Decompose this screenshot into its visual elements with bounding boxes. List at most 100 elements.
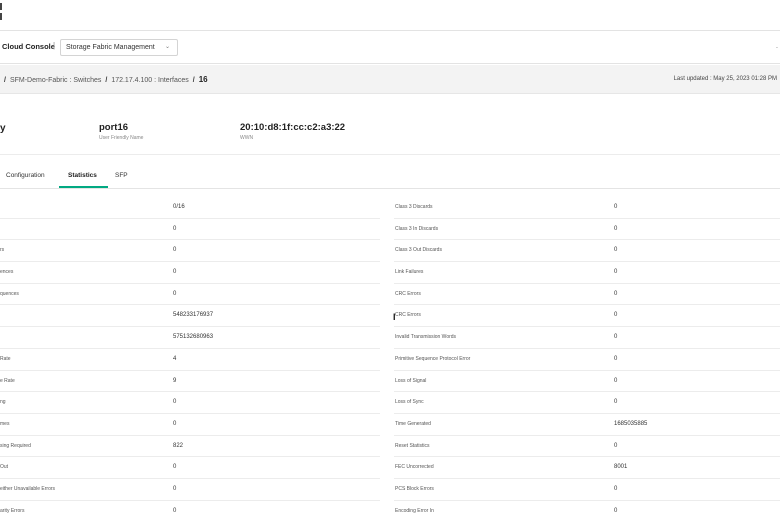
stats-row: Out 0 FEC Uncorrected 8001 (0, 457, 780, 479)
stat-right-value: 0 (614, 269, 618, 276)
stat-right-value: 0 (614, 399, 618, 406)
app-selector[interactable]: Storage Fabric Management ⌄ (60, 39, 178, 56)
stat-right-label: Class 3 In Discards (395, 225, 439, 232)
stat-right-value: 0 (614, 312, 618, 319)
stat-left-label: either Unavailable Errors (0, 485, 56, 492)
brand-title[interactable]: Cloud Console (2, 42, 55, 51)
text-cursor-icon: I (393, 312, 396, 322)
stat-right-value: 1685035885 (614, 420, 648, 427)
breadcrumb-separator: / (192, 77, 195, 84)
stats-row: e Rate 9 Loss of Signal 0 (0, 371, 780, 393)
app-header: Cloud Console | Storage Fabric Managemen… (0, 30, 780, 64)
tab-configuration[interactable]: Configuration (6, 172, 45, 189)
wwn-value: 20:10:d8:1f:cc:c2:a3:22 (240, 122, 346, 133)
stat-left-label: ng (0, 399, 6, 406)
stat-left-value: 0 (173, 269, 177, 276)
chevron-down-icon: ⌄ (164, 44, 170, 50)
stat-right-label: Class 3 Discards (395, 204, 433, 210)
stat-right-label: FEC Uncorrected (395, 464, 434, 471)
stat-left-label: sing Required (0, 442, 31, 449)
stat-left-value: 548233176937 (173, 312, 214, 319)
stat-left-label: arity Errors (0, 507, 25, 514)
stat-right-label: Primitive Sequence Protocol Error (395, 355, 471, 362)
stat-left-label: Out (0, 464, 9, 471)
stats-row: 0/16 Class 3 Discards 0 (0, 197, 780, 219)
stat-left-value: 0 (173, 225, 177, 232)
stat-right-label: CRC Errors (395, 290, 421, 297)
tab-bar: Configuration Statistics SFP (0, 166, 780, 189)
stats-row: rs 0 Class 3 Out Discards 0 (0, 240, 780, 263)
menu-icon[interactable] (0, 3, 4, 21)
top-strip (0, 0, 780, 30)
stat-left-value: 0 (173, 420, 177, 427)
stats-row: ences 0 Link Failures 0 (0, 262, 780, 284)
breadcrumb-switch[interactable]: 172.17.4.100 : Interfaces (111, 77, 188, 84)
brand-separator: | (53, 41, 56, 50)
stat-right-label: Invalid Transmission Words (395, 334, 457, 341)
stat-right-label: Time Generated (395, 420, 431, 427)
wwn-label: WWN (240, 135, 254, 141)
stat-left-value: 0 (173, 290, 177, 297)
stat-left-label: quences (0, 290, 19, 297)
stat-right-value: 0 (614, 485, 618, 492)
stat-left-value: 0/16 (173, 204, 185, 210)
stats-row: Rate 4 Primitive Sequence Protocol Error 0 (0, 349, 780, 371)
stats-row: 0 Class 3 In Discards 0 (0, 219, 780, 241)
stat-right-label: Link Failures (395, 269, 424, 276)
stat-left-label: rs (0, 247, 5, 254)
last-updated: Last updated : May 25, 2023 01:28 PM (673, 76, 777, 82)
stat-left-label: mes (0, 420, 10, 427)
stat-right-label: Loss of Sync (395, 399, 424, 406)
stat-right-label: PCS Block Errors (395, 485, 434, 492)
stats-row: either Unavailable Errors 0 PCS Block Erro… (0, 479, 780, 501)
port-summary: y port16 User Friendly Name 20:10:d8:1f:… (0, 95, 780, 155)
stat-right-value: 0 (614, 334, 618, 341)
stat-left-value: 0 (173, 485, 177, 492)
port-name-value: port16 (99, 122, 129, 133)
stat-left-value: 4 (173, 355, 177, 362)
summary-title-fragment: y (0, 123, 6, 134)
statistics-grid: 0/16 Class 3 Discards 0 0 Class 3 In Discard… (0, 197, 780, 516)
stats-row: quences 0 CRC Errors 0 (0, 284, 780, 306)
stat-right-value: 0 (614, 225, 618, 232)
stat-left-value: 0 (173, 464, 177, 471)
stat-right-value: 0 (614, 355, 618, 362)
stat-left-label: e Rate (0, 377, 15, 384)
stat-left-label: Rate (0, 355, 11, 362)
summary-name: port16 User Friendly Name (99, 122, 143, 141)
stat-right-value: 0 (614, 247, 618, 254)
stat-left-value: 575132680963 (173, 334, 214, 341)
stat-left-value: 0 (173, 507, 177, 514)
stat-right-value: 0 (614, 290, 618, 297)
stat-left-value: 822 (173, 442, 184, 449)
breadcrumb-fabric[interactable]: SFM-Demo-Fabric : Switches (10, 77, 101, 84)
breadcrumb-bar: / SFM-Demo-Fabric : Switches/172.17.4.100… (0, 65, 780, 94)
stat-left-value: 9 (173, 377, 177, 384)
header-right-item[interactable]: . (776, 43, 778, 50)
stat-right-value: 0 (614, 507, 618, 514)
stat-right-label: Loss of Signal (395, 377, 427, 384)
port-name-label: User Friendly Name (99, 135, 144, 141)
stat-right-value: 0 (614, 442, 618, 449)
stats-row: 575132680963 Invalid Transmission Words 0 (0, 327, 780, 349)
breadcrumb-separator: / (105, 77, 108, 84)
stat-left-value: 0 (173, 399, 177, 406)
breadcrumb-current: 16 (198, 75, 208, 84)
stat-right-value: 8001 (614, 464, 628, 471)
tab-sfp[interactable]: SFP (115, 172, 128, 189)
stat-left-value: 0 (173, 247, 177, 254)
stats-row: sing Required 822 Reset Statistics 0 (0, 436, 780, 458)
stats-row: mes 0 Time Generated 1685035885 (0, 414, 780, 436)
stat-left-label: ences (0, 269, 14, 276)
app-selector-label: Storage Fabric Management (66, 44, 155, 51)
stat-right-label: Reset Statistics (395, 442, 430, 449)
stats-row: 548233176937 CRC Errors 0 (0, 305, 780, 328)
stats-row: arity Errors 0 Encoding Error In 0 (0, 501, 780, 516)
stat-right-label: Class 3 Out Discards (395, 247, 442, 254)
stat-right-label: CRC Errors (395, 312, 421, 319)
stat-right-value: 0 (614, 204, 618, 210)
breadcrumb-separator: / (4, 77, 6, 84)
stats-row: ng 0 Loss of Sync 0 (0, 392, 780, 414)
active-tab-indicator (59, 186, 108, 188)
stat-right-value: 0 (614, 377, 618, 384)
